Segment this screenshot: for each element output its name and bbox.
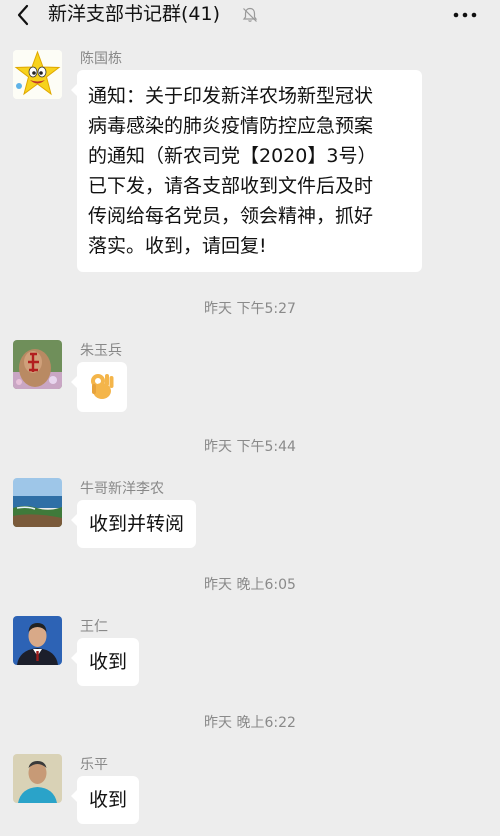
- message-line: 病毒感染的肺炎疫情防控应急预案: [88, 115, 374, 137]
- seaside-photo-avatar[interactable]: [13, 478, 62, 527]
- bell-muted-icon: [242, 7, 258, 22]
- message-bubble[interactable]: 通知：关于印发新洋农场新型冠状 病毒感染的肺炎疫情防控应急预案 的通知（新农司党…: [71, 70, 422, 272]
- star-face-avatar[interactable]: [13, 50, 62, 99]
- sender-name: 牛哥新洋李农: [80, 481, 164, 497]
- message-line: 落实。收到，请回复!: [88, 235, 267, 257]
- sender-name: 陈国栋: [80, 51, 122, 67]
- rock-photo-avatar[interactable]: [13, 340, 62, 389]
- more-dots-icon[interactable]: [452, 10, 478, 20]
- timestamp: 昨天 下午5:44: [204, 439, 296, 455]
- man-blue-shirt-avatar[interactable]: [13, 754, 62, 803]
- message-line: 的通知（新农司党【2020】3号）: [88, 145, 377, 167]
- chat-header: 新洋支部书记群(41): [0, 0, 500, 30]
- message-line: 传阅给每名党员，领会精神，抓好: [88, 205, 374, 227]
- message-text: 收到: [89, 651, 128, 673]
- chat-title: 新洋支部书记群(41): [48, 3, 221, 25]
- message-text: 收到并转阅: [89, 513, 185, 535]
- timestamp: 昨天 下午5:27: [204, 301, 296, 317]
- sender-name: 乐平: [80, 757, 108, 773]
- timestamp: 昨天 晚上6:05: [204, 577, 296, 593]
- message-bubble[interactable]: 收到并转阅: [70, 500, 197, 548]
- ok-hand-emoji-icon: [91, 374, 114, 399]
- man-in-suit-avatar[interactable]: [13, 616, 62, 665]
- message-bubble[interactable]: 收到: [70, 776, 140, 824]
- message-text: 收到: [89, 789, 128, 811]
- message-bubble[interactable]: 收到: [70, 638, 140, 686]
- sender-name: 朱玉兵: [80, 343, 122, 359]
- sender-name: 王仁: [80, 619, 108, 635]
- timestamp: 昨天 晚上6:22: [204, 715, 296, 731]
- chevron-left-icon[interactable]: [14, 3, 34, 27]
- message-line: 已下发，请各支部收到文件后及时: [88, 175, 374, 197]
- message-line: 通知：关于印发新洋农场新型冠状: [88, 85, 374, 107]
- message-bubble[interactable]: [71, 362, 127, 412]
